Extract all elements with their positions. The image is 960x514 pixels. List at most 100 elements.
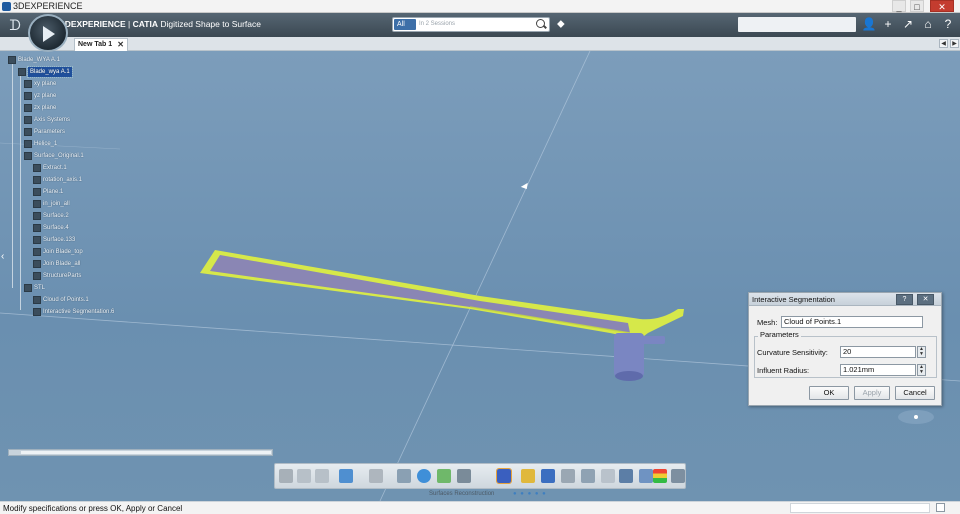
part-icon [18, 68, 26, 76]
window-title-bar: 3DEXPERIENCE _ □ ✕ [0, 0, 960, 13]
axis-icon [24, 116, 32, 124]
join-icon [33, 260, 41, 268]
select-icon[interactable] [369, 469, 383, 483]
extract-icon [33, 164, 41, 172]
geometric-set-icon [33, 272, 41, 280]
tab-prev-button[interactable]: ◀ [939, 39, 948, 48]
cloud-icon [33, 296, 41, 304]
network-icon[interactable] [541, 469, 555, 483]
dialog-help-button[interactable]: ? [896, 294, 913, 305]
share-icon[interactable]: ↗ [900, 16, 916, 32]
mesh-field[interactable]: Cloud of Points.1 [781, 316, 923, 328]
close-window-button[interactable]: ✕ [930, 0, 954, 12]
segmentation-tool-icon[interactable] [496, 468, 512, 484]
top-bar: ᗪ 3DEXPERIENCE | CATIA Digitized Shape t… [0, 13, 960, 37]
analysis-icon[interactable] [653, 469, 667, 483]
curvature-label: Curvature Sensitivity: [757, 348, 828, 357]
surface-tool-icon[interactable] [581, 469, 595, 483]
toolbar-page-dots[interactable]: ● ● ● ● ● [513, 491, 547, 497]
minimize-button[interactable]: _ [892, 0, 906, 12]
parameters-title: Parameters [758, 330, 801, 340]
parameters-icon [24, 128, 32, 136]
home-icon[interactable]: ⌂ [920, 16, 936, 32]
plane-icon [24, 80, 32, 88]
geometric-set-icon [24, 284, 32, 292]
status-field[interactable] [790, 503, 930, 513]
spin-down-icon[interactable]: ▼ [918, 352, 925, 357]
cleaner-icon[interactable] [457, 469, 471, 483]
search-input[interactable]: In 2 Sessions [419, 18, 455, 31]
mesh-icon[interactable] [437, 469, 451, 483]
surface-icon [33, 236, 41, 244]
status-icon[interactable] [936, 503, 945, 512]
compass-widget[interactable] [28, 14, 68, 52]
interactive-segmentation-dialog: Interactive Segmentation ? ✕ Mesh: Cloud… [748, 292, 942, 406]
product-icon [8, 56, 16, 64]
surface-icon [33, 224, 41, 232]
mesh-label: Mesh: [757, 318, 778, 327]
tab-new-tab-1[interactable]: New Tab 1 ✕ [74, 38, 128, 51]
search-icon[interactable] [536, 19, 545, 28]
influent-radius-input[interactable]: 1.021mm [840, 364, 916, 376]
search-box[interactable]: All In 2 Sessions [392, 17, 550, 32]
app-brand: 3DEXPERIENCE | CATIA Digitized Shape to … [60, 19, 261, 29]
geometric-set-icon [24, 152, 32, 160]
cut-icon[interactable] [279, 469, 293, 483]
app-icon [2, 2, 11, 11]
join-icon [33, 248, 41, 256]
cancel-button[interactable]: Cancel [895, 386, 935, 400]
settings-icon[interactable] [397, 469, 411, 483]
segmentation-icon [33, 308, 41, 316]
tree-scrollbar[interactable] [8, 449, 273, 456]
fit-icon[interactable] [561, 469, 575, 483]
collapse-panel-icon[interactable]: ‹ [1, 250, 9, 264]
geometry-icon [24, 140, 32, 148]
copy-icon[interactable] [297, 469, 311, 483]
tab-next-button[interactable]: ▶ [950, 39, 959, 48]
status-message: Modify specifications or press OK, Apply… [3, 504, 183, 513]
curvature-spinner[interactable]: ▲ ▼ [917, 346, 926, 358]
ds-logo-icon[interactable]: ᗪ [6, 16, 24, 34]
3d-viewport[interactable] [0, 51, 960, 501]
action-toolbar [274, 463, 686, 489]
user-field[interactable] [738, 17, 856, 32]
sphere-icon[interactable] [417, 469, 431, 483]
measure-icon[interactable] [671, 469, 685, 483]
maximize-button[interactable]: □ [910, 0, 924, 12]
radius-spinner[interactable]: ▲ ▼ [917, 364, 926, 376]
brand-prefix: 3DEXPERIENCE [60, 19, 126, 29]
tab-close-icon[interactable]: ✕ [117, 39, 124, 51]
plane-icon [33, 188, 41, 196]
dialog-close-button[interactable]: ✕ [917, 294, 934, 305]
window-title: 3DEXPERIENCE [13, 1, 83, 11]
curvature-sensitivity-input[interactable]: 20 [840, 346, 916, 358]
paste-icon[interactable] [315, 469, 329, 483]
search-scope-dropdown[interactable]: All [394, 19, 416, 30]
join-icon [33, 200, 41, 208]
status-bar: Modify specifications or press OK, Apply… [0, 501, 960, 514]
patch-icon[interactable] [601, 469, 615, 483]
undo-icon[interactable] [339, 469, 353, 483]
grid-icon[interactable] [619, 469, 633, 483]
scrollbar-thumb[interactable] [21, 451, 271, 454]
tab-bar: New Tab 1 ✕ ◀ ▶ [0, 37, 960, 51]
workbench-label: Surfaces Reconstruction [429, 491, 495, 497]
help-icon[interactable]: ? [940, 16, 956, 32]
add-icon[interactable]: + [880, 16, 896, 32]
plane-icon [24, 92, 32, 100]
tag-icon[interactable]: ⬥ [557, 18, 569, 30]
user-icon[interactable]: 👤 [861, 16, 877, 32]
ok-button[interactable]: OK [809, 386, 849, 400]
play-icon [43, 26, 55, 42]
window-icon[interactable] [639, 469, 653, 483]
line-icon [33, 176, 41, 184]
curve-icon[interactable] [521, 469, 535, 483]
apply-button[interactable]: Apply [854, 386, 890, 400]
viewport-scene [0, 51, 960, 501]
brand-app: CATIA [132, 19, 158, 29]
spin-down-icon[interactable]: ▼ [918, 370, 925, 375]
blade-model[interactable] [200, 250, 684, 381]
tab-label: New Tab 1 [78, 41, 113, 48]
radius-label: Influent Radius: [757, 366, 810, 375]
plane-icon [24, 104, 32, 112]
